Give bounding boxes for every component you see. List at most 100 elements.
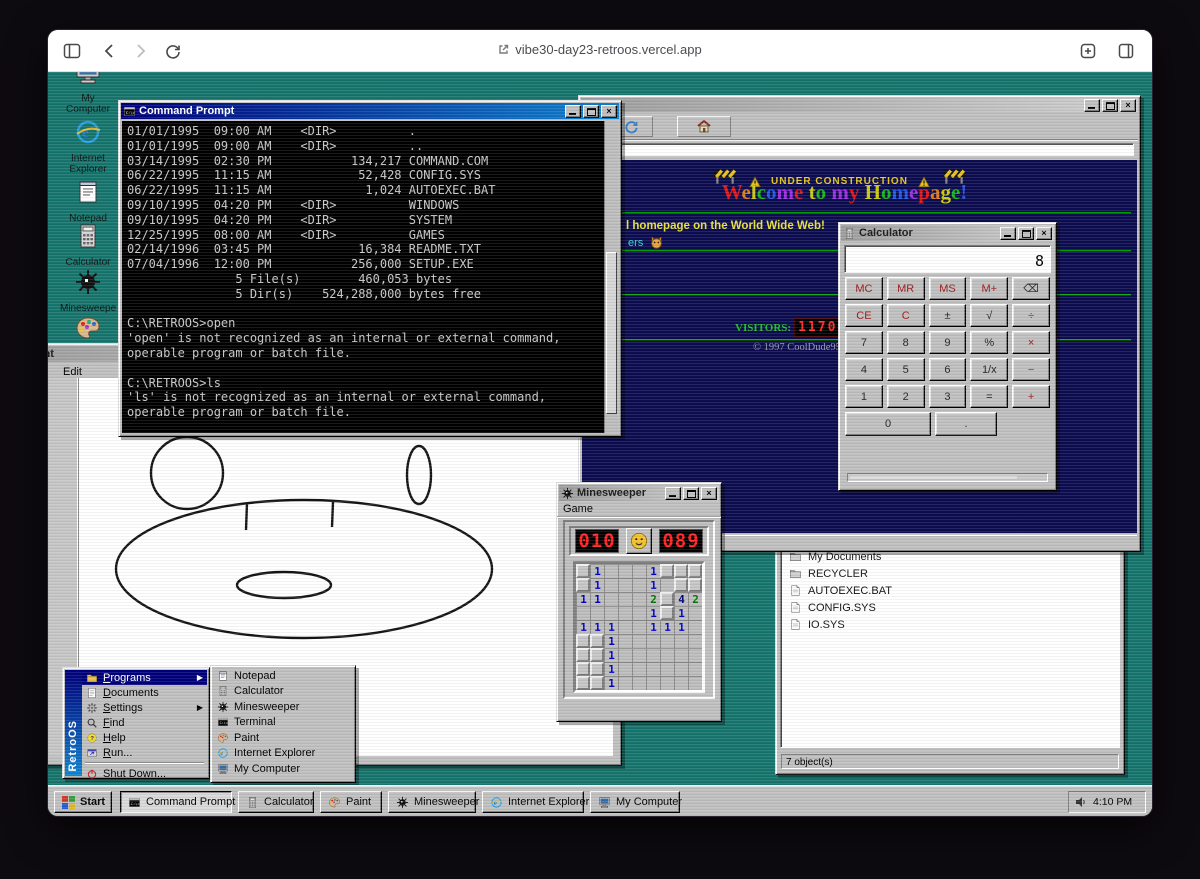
taskbar-button-calculator[interactable]: Calculator <box>238 791 314 813</box>
start-menu-item-shutdown[interactable]: Shut Down... <box>82 766 207 781</box>
calc-key-M+[interactable]: M+ <box>970 277 1008 300</box>
ie-close-button[interactable]: × <box>1120 99 1136 112</box>
mine-cell-1-4[interactable] <box>632 578 646 592</box>
start-menu-item-documents[interactable]: Documents <box>82 685 207 700</box>
mine-cell-7-1[interactable] <box>590 662 604 676</box>
calc-key-+[interactable]: + <box>1012 385 1050 408</box>
submenu-item-paint[interactable]: Paint <box>213 730 353 746</box>
mine-cell-5-4[interactable] <box>632 634 646 648</box>
taskbar-button-paint[interactable]: Paint <box>320 791 382 813</box>
calc-maximize-button[interactable] <box>1018 227 1034 240</box>
mine-cell-4-8[interactable] <box>688 620 702 634</box>
mine-cell-3-3[interactable] <box>618 606 632 620</box>
mine-cell-5-2[interactable]: 1 <box>604 634 618 648</box>
submenu-item-internet-explorer[interactable]: eInternet Explorer <box>213 746 353 762</box>
mine-cell-3-7[interactable]: 1 <box>674 606 688 620</box>
mine-cell-5-7[interactable] <box>674 634 688 648</box>
calc-titlebar[interactable]: Calculator × <box>841 225 1054 241</box>
mine-cell-1-5[interactable]: 1 <box>646 578 660 592</box>
mine-cell-1-7[interactable] <box>674 578 688 592</box>
mine-cell-1-2[interactable] <box>604 578 618 592</box>
desktop-icon-my-computer[interactable]: My Computer <box>60 72 116 115</box>
submenu-item-minesweeper[interactable]: Minesweeper <box>213 699 353 715</box>
mine-cell-7-6[interactable] <box>660 662 674 676</box>
mine-cell-0-8[interactable] <box>688 564 702 578</box>
taskbar-button-internet-explorer[interactable]: eInternet Explorer <box>482 791 584 813</box>
mine-cell-8-7[interactable] <box>674 676 688 690</box>
tabs-panel-icon[interactable] <box>1116 41 1136 61</box>
calc-key-0[interactable]: 0 <box>845 412 931 436</box>
desktop-icon-internet-explorer[interactable]: eInternet Explorer <box>60 118 116 175</box>
calc-key-5[interactable]: 5 <box>887 358 925 381</box>
mine-cell-4-1[interactable]: 1 <box>590 620 604 634</box>
mine-cell-5-0[interactable] <box>576 634 590 648</box>
calc-key-±[interactable]: ± <box>929 304 967 327</box>
mine-cell-0-3[interactable] <box>618 564 632 578</box>
calc-key-4[interactable]: 4 <box>845 358 883 381</box>
mine-cell-3-1[interactable] <box>590 606 604 620</box>
mine-cell-0-7[interactable] <box>674 564 688 578</box>
extensions-icon[interactable] <box>1078 41 1098 61</box>
file-row-autoexec-bat[interactable]: AUTOEXEC.BAT <box>781 582 1119 599</box>
cmd-close-button[interactable]: × <box>601 105 617 118</box>
calc-key-MR[interactable]: MR <box>887 277 925 300</box>
calc-key-MS[interactable]: MS <box>929 277 967 300</box>
submenu-item-my-computer[interactable]: My Computer <box>213 761 353 777</box>
start-menu-item-help[interactable]: ?Help <box>82 730 207 745</box>
ie-titlebar[interactable]: × <box>581 98 1138 112</box>
start-menu-item-find[interactable]: Find <box>82 715 207 730</box>
taskbar-button-minesweeper[interactable]: Minesweeper <box>388 791 476 813</box>
taskbar-button-my-computer[interactable]: My Computer <box>590 791 680 813</box>
speaker-icon[interactable] <box>1075 796 1087 808</box>
mine-cell-5-1[interactable] <box>590 634 604 648</box>
address-bar[interactable]: vibe30-day23-retroos.vercel.app <box>48 42 1152 57</box>
file-row-recycler[interactable]: RECYCLER <box>781 565 1119 582</box>
calc-key-8[interactable]: 8 <box>887 331 925 354</box>
mine-cell-5-5[interactable] <box>646 634 660 648</box>
start-menu-item-settings[interactable]: Settings▶ <box>82 700 207 715</box>
start-menu-item-run[interactable]: Run... <box>82 745 207 760</box>
calc-key-%[interactable]: % <box>970 331 1008 354</box>
mine-cell-5-3[interactable] <box>618 634 632 648</box>
mine-cell-3-6[interactable] <box>660 606 674 620</box>
mine-cell-8-0[interactable] <box>576 676 590 690</box>
calc-key-7[interactable]: 7 <box>845 331 883 354</box>
mine-cell-2-3[interactable] <box>618 592 632 606</box>
file-row-config-sys[interactable]: CONFIG.SYS <box>781 599 1119 616</box>
mine-cell-7-5[interactable] <box>646 662 660 676</box>
start-button[interactable]: Start <box>54 791 112 813</box>
mine-cell-4-2[interactable]: 1 <box>604 620 618 634</box>
calc-key-2[interactable]: 2 <box>887 385 925 408</box>
calc-key-CE[interactable]: CE <box>845 304 883 327</box>
mine-cell-7-4[interactable] <box>632 662 646 676</box>
cmd-scrollbar[interactable] <box>604 121 618 433</box>
taskbar-button-command-prompt[interactable]: C:\>Command Prompt <box>120 791 232 813</box>
calc-key-×[interactable]: × <box>1012 331 1050 354</box>
calc-minimize-button[interactable] <box>1000 227 1016 240</box>
mine-cell-6-4[interactable] <box>632 648 646 662</box>
mine-cell-2-1[interactable]: 1 <box>590 592 604 606</box>
mine-cell-0-2[interactable] <box>604 564 618 578</box>
calc-key-3[interactable]: 3 <box>929 385 967 408</box>
mine-cell-6-3[interactable] <box>618 648 632 662</box>
cmd-minimize-button[interactable] <box>565 105 581 118</box>
mine-cell-4-6[interactable]: 1 <box>660 620 674 634</box>
mine-cell-2-2[interactable] <box>604 592 618 606</box>
mine-cell-4-4[interactable] <box>632 620 646 634</box>
mine-cell-4-0[interactable]: 1 <box>576 620 590 634</box>
mine-cell-6-1[interactable] <box>590 648 604 662</box>
mine-cell-2-8[interactable]: 2 <box>688 592 702 606</box>
mine-cell-3-2[interactable] <box>604 606 618 620</box>
mine-cell-8-8[interactable] <box>688 676 702 690</box>
desktop-icon-minesweeper[interactable]: Minesweeper <box>60 268 116 314</box>
calc-key-1[interactable]: 1 <box>845 385 883 408</box>
mine-cell-3-4[interactable] <box>632 606 646 620</box>
mine-cell-1-3[interactable] <box>618 578 632 592</box>
mine-cell-6-5[interactable] <box>646 648 660 662</box>
calc-key-⌫[interactable]: ⌫ <box>1012 277 1050 300</box>
cmd-titlebar[interactable]: C:\> Command Prompt × <box>121 103 619 119</box>
mine-cell-8-3[interactable] <box>618 676 632 690</box>
home-button[interactable] <box>677 116 731 137</box>
calc-key-=[interactable]: = <box>970 385 1008 408</box>
start-menu-item-programs[interactable]: Programs▶ <box>82 670 207 685</box>
